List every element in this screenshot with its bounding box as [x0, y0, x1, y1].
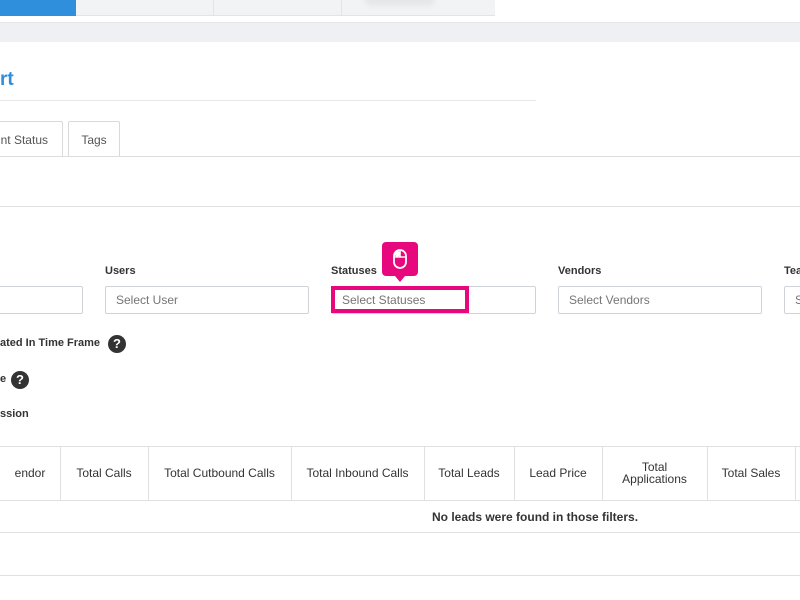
- table-header-border: [0, 500, 800, 501]
- title-divider: [0, 100, 536, 101]
- option2-label: e: [0, 373, 7, 385]
- col-total-calls[interactable]: Total Calls: [60, 446, 148, 500]
- col-total-leads[interactable]: Total Leads: [424, 446, 514, 500]
- tab-tags[interactable]: Tags: [68, 121, 120, 157]
- created-in-time-frame-label: ated In Time Frame: [0, 337, 101, 349]
- help-icon[interactable]: ?: [11, 371, 29, 389]
- col-total-outbound-calls[interactable]: Total Cutbound Calls: [148, 446, 291, 500]
- col-total-sales[interactable]: Total Sales: [707, 446, 795, 500]
- top-tab-blurred: [365, 0, 435, 6]
- top-tab-3[interactable]: [214, 0, 342, 16]
- table-bottom-border: [0, 532, 800, 533]
- col-lead-price[interactable]: Lead Price: [514, 446, 602, 500]
- col-total-applications[interactable]: Total Applications: [602, 446, 707, 500]
- users-select[interactable]: [105, 286, 309, 314]
- campaign-select[interactable]: [0, 286, 83, 314]
- col-vendor[interactable]: endor: [0, 446, 60, 500]
- users-label: Users: [105, 265, 136, 277]
- col-total-inbound-calls[interactable]: Total Inbound Calls: [291, 446, 424, 500]
- vendors-label: Vendors: [558, 265, 602, 277]
- teams-label: Tea: [784, 265, 800, 277]
- statuses-label: Statuses: [331, 265, 377, 277]
- top-tab-active[interactable]: [0, 0, 76, 16]
- section-divider: [0, 206, 800, 207]
- col-divider: [795, 446, 796, 500]
- help-icon[interactable]: ?: [108, 335, 126, 353]
- page-bottom-border: [0, 575, 800, 576]
- tabs-divider: [0, 156, 800, 157]
- mouse-icon: [393, 249, 407, 269]
- top-tab-strip: [0, 0, 800, 22]
- vendors-select[interactable]: [558, 286, 762, 314]
- header-band: [0, 22, 800, 42]
- empty-table-message: No leads were found in those filters.: [432, 510, 639, 524]
- teams-select[interactable]: [784, 286, 800, 314]
- cursor-badge: [382, 242, 418, 282]
- session-label: ssion: [0, 408, 29, 420]
- tab-account-status[interactable]: nt Status: [0, 121, 63, 157]
- top-tab-2[interactable]: [76, 0, 214, 16]
- page-title: rt: [0, 69, 14, 90]
- click-highlight: [331, 286, 469, 313]
